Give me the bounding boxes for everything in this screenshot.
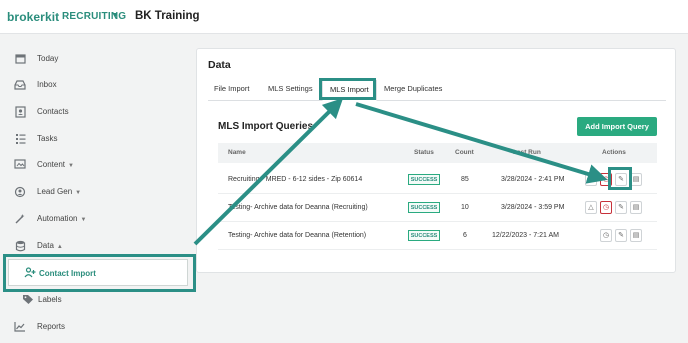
clock-icon[interactable]: ◷ bbox=[600, 201, 612, 214]
page-title: Data bbox=[208, 59, 231, 71]
sidebar-item-contacts[interactable]: Contacts bbox=[0, 102, 190, 124]
chevron-down-icon: ▼ bbox=[68, 163, 74, 169]
tab-bar: File Import MLS Settings MLS Import Merg… bbox=[208, 80, 666, 101]
sidebar-item-label: Automation ▼ bbox=[37, 214, 87, 223]
column-header-name: Name bbox=[228, 149, 246, 156]
query-name: Testing- Archive data for Deanna (Recrui… bbox=[228, 204, 368, 211]
inbox-icon bbox=[14, 79, 26, 91]
sidebar-item-lead-gen[interactable]: Lead Gen ▼ bbox=[0, 182, 190, 204]
status-badge: SUCCESS bbox=[408, 230, 440, 241]
upload-icon[interactable]: △ bbox=[585, 173, 597, 186]
sidebar-item-label: Lead Gen ▼ bbox=[37, 187, 82, 196]
query-count: 10 bbox=[461, 204, 469, 211]
clock-icon[interactable]: ◷ bbox=[600, 229, 612, 242]
column-header-actions: Actions bbox=[602, 149, 626, 156]
automation-icon bbox=[14, 213, 26, 225]
chevron-up-icon: ▲ bbox=[56, 244, 63, 250]
tasks-icon bbox=[14, 133, 26, 145]
trash-icon[interactable]: ▤ bbox=[630, 229, 642, 242]
chart-icon bbox=[14, 321, 26, 333]
table-row: Testing- Archive data for Deanna (Recrui… bbox=[218, 194, 657, 222]
calendar-icon bbox=[14, 53, 26, 65]
sidebar-item-contact-import[interactable]: Contact Import bbox=[8, 259, 188, 286]
sidebar-item-data[interactable]: Data ▲ bbox=[0, 236, 190, 258]
sidebar-item-reports[interactable]: Reports bbox=[0, 317, 190, 339]
status-badge: SUCCESS bbox=[408, 174, 440, 185]
database-icon bbox=[14, 240, 26, 252]
top-bar: brokerkit RECRUITING ▼ BK Training bbox=[0, 0, 688, 34]
tab-merge-duplicates[interactable]: Merge Duplicates bbox=[384, 84, 442, 93]
sidebar-item-label: Content ▼ bbox=[37, 160, 74, 169]
edit-pencil-icon[interactable]: ✎ bbox=[615, 229, 627, 242]
trash-icon[interactable]: ▤ bbox=[630, 173, 642, 186]
chevron-down-icon[interactable]: ▼ bbox=[112, 12, 119, 19]
sidebar-item-label: Inbox bbox=[37, 80, 57, 89]
clock-icon[interactable]: ◷ bbox=[600, 173, 612, 186]
sidebar-item-label: Tasks bbox=[37, 134, 58, 143]
sidebar-item-automation[interactable]: Automation ▼ bbox=[0, 209, 190, 231]
query-name: Testing- Archive data for Deanna (Retent… bbox=[228, 232, 367, 239]
chevron-down-icon: ▼ bbox=[80, 217, 87, 223]
column-header-status: Status bbox=[414, 149, 434, 156]
sidebar-item-label: Contacts bbox=[37, 107, 69, 116]
query-last-run: 3/28/2024 - 2:41 PM bbox=[501, 176, 565, 183]
sidebar-item-label: Reports bbox=[37, 322, 66, 331]
add-import-query-button[interactable]: Add Import Query bbox=[577, 117, 657, 136]
sidebar-item-tasks[interactable]: Tasks bbox=[0, 129, 190, 151]
brand-logo[interactable]: brokerkit bbox=[7, 10, 59, 24]
tab-mls-settings[interactable]: MLS Settings bbox=[268, 84, 313, 93]
query-count: 85 bbox=[461, 176, 469, 183]
sidebar: Today Inbox Contacts Tasks Content ▼ Lead… bbox=[0, 35, 190, 343]
column-header-last-run: Last Run bbox=[513, 149, 541, 156]
chevron-down-icon: ▼ bbox=[75, 190, 82, 196]
table-row: Recruiting - MRED - 6-12 sides - Zip 606… bbox=[218, 166, 657, 194]
tab-mls-import[interactable]: MLS Import bbox=[322, 80, 377, 101]
query-count: 6 bbox=[463, 232, 467, 239]
sidebar-item-label: Today bbox=[37, 54, 59, 63]
sidebar-item-label: Contact Import bbox=[39, 269, 96, 278]
lead-gen-icon bbox=[14, 186, 26, 198]
section-title: MLS Import Queries bbox=[218, 121, 314, 132]
sidebar-item-inbox[interactable]: Inbox bbox=[0, 75, 190, 97]
status-badge: SUCCESS bbox=[408, 202, 440, 213]
table-row: Testing- Archive data for Deanna (Retent… bbox=[218, 222, 657, 250]
column-header-count: Count bbox=[455, 149, 474, 156]
edit-pencil-icon[interactable]: ✎ bbox=[615, 173, 627, 186]
upload-icon[interactable]: △ bbox=[585, 201, 597, 214]
person-add-icon bbox=[24, 267, 36, 279]
sidebar-item-content[interactable]: Content ▼ bbox=[0, 155, 190, 177]
sidebar-item-label: Data ▲ bbox=[37, 241, 63, 250]
query-name: Recruiting - MRED - 6-12 sides - Zip 606… bbox=[228, 176, 363, 183]
sidebar-item-label: Labels bbox=[38, 295, 62, 304]
org-name: BK Training bbox=[135, 10, 200, 22]
sidebar-item-labels[interactable]: Labels bbox=[0, 290, 190, 312]
query-last-run: 12/22/2023 - 7:21 AM bbox=[492, 232, 559, 239]
content-icon bbox=[14, 159, 26, 171]
contacts-icon bbox=[14, 106, 26, 118]
edit-pencil-icon[interactable]: ✎ bbox=[615, 201, 627, 214]
data-card: Data File Import MLS Settings MLS Import… bbox=[196, 48, 676, 273]
tab-file-import[interactable]: File Import bbox=[214, 84, 249, 93]
table-header: Name Status Count Last Run Actions bbox=[218, 143, 657, 163]
tag-icon bbox=[22, 294, 34, 306]
query-last-run: 3/28/2024 - 3:59 PM bbox=[501, 204, 565, 211]
trash-icon[interactable]: ▤ bbox=[630, 201, 642, 214]
sidebar-item-today[interactable]: Today bbox=[0, 49, 190, 71]
